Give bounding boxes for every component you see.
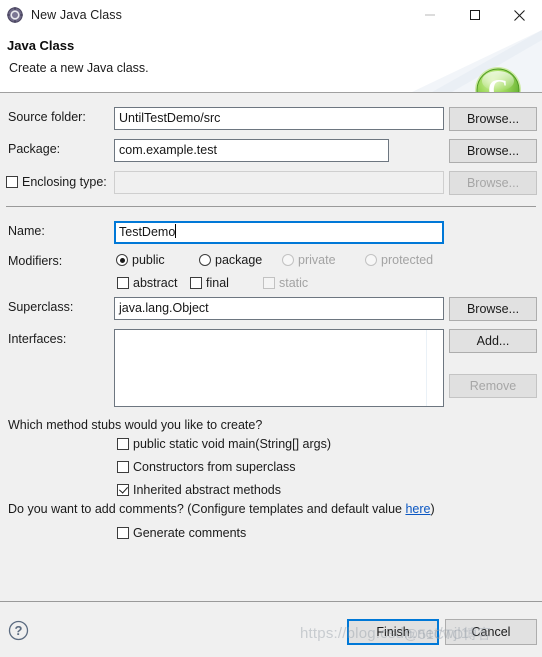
java-class-badge-icon: C — [473, 65, 523, 92]
checkbox-box — [190, 277, 202, 289]
modifier-radio-public[interactable]: public — [116, 253, 165, 267]
class-name-value: TestDemo — [119, 225, 176, 239]
eclipse-gear-icon — [7, 7, 23, 23]
modifiers-row: Modifiers: public package private protec… — [0, 251, 542, 297]
modifier-radio-protected: protected — [365, 253, 433, 267]
modifier-checkbox-abstract[interactable]: abstract — [117, 276, 177, 290]
checkbox-box — [117, 461, 129, 473]
modifier-checkbox-final-label: final — [206, 276, 229, 290]
enclosing-type-browse-button: Browse... — [449, 171, 537, 195]
title-bar: New Java Class — [0, 0, 542, 30]
interfaces-add-button[interactable]: Add... — [449, 329, 537, 353]
dialog-footer: ? Finish Cancel — [0, 602, 542, 657]
header-separator — [0, 92, 542, 93]
package-input[interactable]: com.example.test — [114, 139, 389, 162]
source-folder-browse-button[interactable]: Browse... — [449, 107, 537, 131]
window-title: New Java Class — [31, 8, 123, 22]
superclass-browse-button[interactable]: Browse... — [449, 297, 537, 321]
enclosing-type-label: Enclosing type: — [22, 175, 107, 189]
source-folder-row: Source folder: UntilTestDemo/src Browse.… — [0, 107, 542, 131]
modifier-checkbox-static: static — [263, 276, 308, 290]
modifier-radio-protected-label: protected — [381, 253, 434, 267]
section-separator-1 — [6, 206, 536, 207]
window-controls — [407, 0, 542, 30]
modifier-checkbox-static-label: static — [279, 276, 309, 290]
generate-comments-checkbox[interactable]: Generate comments — [117, 526, 246, 540]
interfaces-remove-button: Remove — [449, 374, 537, 398]
text-caret — [175, 224, 177, 238]
modifier-radio-private: private — [282, 253, 336, 267]
help-question-icon[interactable]: ? — [8, 620, 29, 641]
superclass-input[interactable]: java.lang.Object — [114, 297, 444, 320]
close-button[interactable] — [497, 0, 542, 30]
svg-text:?: ? — [15, 623, 23, 638]
enclosing-type-row: Enclosing type: Browse... — [0, 171, 542, 195]
superclass-row: Superclass: java.lang.Object Browse... — [0, 297, 542, 321]
enclosing-type-input — [114, 171, 444, 194]
method-stubs-question: Which method stubs would you like to cre… — [8, 418, 263, 432]
class-name-input[interactable]: TestDemo — [114, 221, 444, 244]
modifiers-label: Modifiers: — [8, 254, 63, 268]
stub-checkbox-constructors[interactable]: Constructors from superclass — [117, 460, 296, 474]
stub-checkbox-constructors-label: Constructors from superclass — [133, 460, 296, 474]
modifier-radio-package[interactable]: package — [199, 253, 262, 267]
interfaces-label: Interfaces: — [8, 332, 67, 346]
radio-dot — [116, 254, 128, 266]
configure-templates-link[interactable]: here — [405, 502, 430, 516]
checkbox-box — [263, 277, 275, 289]
maximize-button[interactable] — [452, 0, 497, 30]
checkbox-box — [117, 484, 129, 496]
checkbox-box — [117, 527, 129, 539]
package-label: Package: — [8, 142, 61, 156]
stub-checkbox-main-label: public static void main(String[] args) — [133, 437, 331, 451]
name-row: Name: TestDemo — [0, 221, 542, 245]
minimize-button[interactable] — [407, 0, 452, 30]
cancel-button[interactable]: Cancel — [445, 619, 537, 645]
interfaces-listbox[interactable] — [114, 329, 444, 407]
stub-checkbox-inherited[interactable]: Inherited abstract methods — [117, 483, 281, 497]
superclass-label: Superclass: — [8, 300, 74, 314]
interfaces-scrollbar[interactable] — [426, 330, 443, 406]
radio-dot — [199, 254, 211, 266]
svg-text:C: C — [488, 75, 508, 92]
new-java-class-dialog: New Java Class Java Class Create a new J… — [0, 0, 542, 657]
finish-button[interactable]: Finish — [347, 619, 439, 645]
name-label: Name: — [8, 224, 45, 238]
enclosing-type-checkbox[interactable]: Enclosing type: — [6, 175, 107, 189]
modifier-radio-package-label: package — [215, 253, 263, 267]
interfaces-row: Interfaces: Add... Remove — [0, 329, 542, 409]
comments-question: Do you want to add comments? (Configure … — [8, 502, 435, 516]
radio-dot — [282, 254, 294, 266]
enclosing-type-checkbox-box — [6, 176, 18, 188]
modifier-radio-private-label: private — [298, 253, 336, 267]
stub-checkbox-main[interactable]: public static void main(String[] args) — [117, 437, 331, 451]
radio-dot — [365, 254, 377, 266]
comments-question-prefix: Do you want to add comments? (Configure … — [8, 502, 406, 516]
package-browse-button[interactable]: Browse... — [449, 139, 537, 163]
page-title: Java Class — [7, 38, 75, 53]
generate-comments-label: Generate comments — [133, 526, 247, 540]
package-row: Package: com.example.test Browse... — [0, 139, 542, 163]
modifier-checkbox-final[interactable]: final — [190, 276, 229, 290]
wizard-header: Java Class Create a new Java class. C — [0, 30, 542, 92]
source-folder-input[interactable]: UntilTestDemo/src — [114, 107, 444, 130]
checkbox-box — [117, 438, 129, 450]
source-folder-label: Source folder: — [8, 110, 86, 124]
stub-checkbox-inherited-label: Inherited abstract methods — [133, 483, 281, 497]
page-description: Create a new Java class. — [9, 61, 149, 75]
modifier-radio-public-label: public — [132, 253, 165, 267]
checkbox-box — [117, 277, 129, 289]
modifier-checkbox-abstract-label: abstract — [133, 276, 178, 290]
comments-question-suffix: ) — [430, 502, 435, 516]
